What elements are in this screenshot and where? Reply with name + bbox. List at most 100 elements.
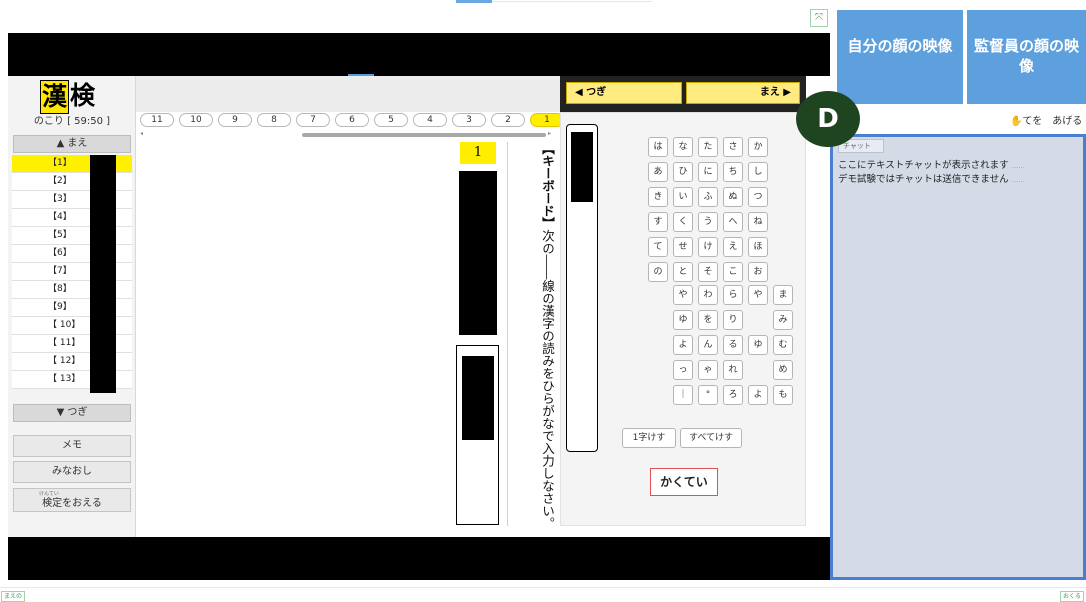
horizontal-scrollbar[interactable] bbox=[302, 133, 546, 137]
raise-hand-button[interactable]: ✋てを あげる bbox=[1010, 112, 1082, 127]
redacted-footer-bar bbox=[8, 537, 830, 580]
kana-key[interactable]: よ bbox=[748, 385, 768, 405]
kana-key[interactable]: と bbox=[673, 262, 693, 282]
kanken-logo: 漢 検 bbox=[40, 80, 96, 114]
page-tab-1[interactable]: 1 bbox=[530, 113, 564, 127]
kana-key[interactable]: に bbox=[698, 162, 718, 182]
kana-key[interactable]: し bbox=[748, 162, 768, 182]
logo-char-kan: 漢 bbox=[40, 80, 70, 114]
kana-key[interactable]: め bbox=[773, 360, 793, 380]
kana-key[interactable]: よ bbox=[673, 335, 693, 355]
page-tab-6[interactable]: 6 bbox=[335, 113, 369, 127]
kana-key[interactable]: ふ bbox=[698, 187, 718, 207]
kana-key[interactable]: な bbox=[673, 137, 693, 157]
memo-button[interactable]: メモ bbox=[13, 435, 131, 457]
tab-bar bbox=[136, 76, 560, 112]
chat-message-dots: ...... bbox=[1011, 162, 1026, 170]
kana-key[interactable]: ぬ bbox=[723, 187, 743, 207]
page-tab-11[interactable]: 11 bbox=[140, 113, 174, 127]
page-tab-7[interactable]: 7 bbox=[296, 113, 330, 127]
kana-key[interactable]: こ bbox=[723, 262, 743, 282]
kana-key[interactable]: の bbox=[648, 262, 668, 282]
kana-key[interactable]: ん bbox=[698, 335, 718, 355]
kana-key[interactable]: ね bbox=[748, 212, 768, 232]
top-indicator bbox=[456, 0, 492, 3]
kana-key[interactable]: れ bbox=[723, 360, 743, 380]
overlay-badge: D bbox=[796, 91, 860, 147]
kana-key[interactable]: せ bbox=[673, 237, 693, 257]
kana-key[interactable]: り bbox=[723, 310, 743, 330]
redacted-answer bbox=[462, 356, 494, 440]
kana-key[interactable]: ゆ bbox=[748, 335, 768, 355]
kana-key[interactable]: ろ bbox=[723, 385, 743, 405]
kana-key[interactable]: ゃ bbox=[698, 360, 718, 380]
finish-exam-button[interactable]: けんてい 検定をおえる bbox=[13, 488, 131, 512]
chat-messages: ここにテキストチャットが表示されます ...... デモ試験ではチャットは送信で… bbox=[838, 159, 1078, 187]
kana-key[interactable]: ゆ bbox=[673, 310, 693, 330]
page-tab-3[interactable]: 3 bbox=[452, 113, 486, 127]
kana-key[interactable]: ひ bbox=[673, 162, 693, 182]
page-tab-4[interactable]: 4 bbox=[413, 113, 447, 127]
keyboard-tag: 【キーボード】 bbox=[540, 142, 555, 230]
confirm-button[interactable]: かくてい bbox=[650, 468, 718, 496]
self-video: 自分の顔の映像 bbox=[837, 10, 963, 104]
kana-key[interactable]: や bbox=[748, 285, 768, 305]
kana-keys-top: はなたさかあひにちしきいふぬつすくうへねてせけえほのとそこお bbox=[648, 137, 768, 282]
kana-key[interactable]: そ bbox=[698, 262, 718, 282]
kana-key[interactable]: す bbox=[648, 212, 668, 232]
kana-key[interactable]: う bbox=[698, 212, 718, 232]
kana-key[interactable]: か bbox=[748, 137, 768, 157]
page-tab-2[interactable]: 2 bbox=[491, 113, 525, 127]
review-button[interactable]: みなおし bbox=[13, 461, 131, 483]
kana-key[interactable]: ち bbox=[723, 162, 743, 182]
kana-key[interactable]: つ bbox=[748, 187, 768, 207]
kana-key[interactable]: け bbox=[698, 237, 718, 257]
kana-key[interactable]: ° bbox=[698, 385, 718, 405]
next-button[interactable]: ◀ つぎ bbox=[566, 82, 682, 104]
kana-key[interactable]: む bbox=[773, 335, 793, 355]
chat-panel bbox=[830, 134, 1086, 580]
kana-key[interactable]: ま bbox=[773, 285, 793, 305]
instruction-text: 次の――線の漢字の読みをひらがなで入力しなさい。 bbox=[540, 229, 555, 530]
footer-right-button[interactable]: おくる bbox=[1060, 591, 1084, 602]
kana-key[interactable]: る bbox=[723, 335, 743, 355]
kana-keys-bottom: やわらやまゆをりみよんるゆむっゃれめ｜ ° ろよも bbox=[673, 285, 793, 405]
kana-key[interactable]: も bbox=[773, 385, 793, 405]
footer-left-button[interactable]: まえの bbox=[1, 591, 25, 602]
kana-key[interactable]: っ bbox=[673, 360, 693, 380]
kana-key[interactable]: を bbox=[698, 310, 718, 330]
expand-icon[interactable]: ⤧ bbox=[810, 9, 828, 27]
question-number: 1 bbox=[460, 142, 496, 164]
kana-key[interactable]: て bbox=[648, 237, 668, 257]
redacted-question-text-2 bbox=[488, 172, 497, 205]
delete-all-button[interactable]: すべてけす bbox=[680, 428, 742, 448]
prev-button[interactable]: まえ ▶ bbox=[686, 82, 800, 104]
kana-key[interactable]: た bbox=[698, 137, 718, 157]
kana-key[interactable]: い bbox=[673, 187, 693, 207]
kana-key[interactable]: く bbox=[673, 212, 693, 232]
kana-key[interactable]: へ bbox=[723, 212, 743, 232]
kana-key[interactable]: み bbox=[773, 310, 793, 330]
kana-key[interactable]: ｜ bbox=[673, 385, 693, 405]
kana-key[interactable]: き bbox=[648, 187, 668, 207]
page-tab-10[interactable]: 10 bbox=[179, 113, 213, 127]
kana-key[interactable]: さ bbox=[723, 137, 743, 157]
kana-key[interactable]: え bbox=[723, 237, 743, 257]
kana-key[interactable]: は bbox=[648, 137, 668, 157]
kana-key[interactable]: わ bbox=[698, 285, 718, 305]
scroll-left-arrow[interactable]: ◂ bbox=[140, 130, 143, 137]
chat-message-dots: ...... bbox=[1011, 176, 1026, 184]
page-tab-9[interactable]: 9 bbox=[218, 113, 252, 127]
delete-one-button[interactable]: 1字けす bbox=[622, 428, 676, 448]
page-tab-8[interactable]: 8 bbox=[257, 113, 291, 127]
page-tab-5[interactable]: 5 bbox=[374, 113, 408, 127]
kana-key[interactable]: ほ bbox=[748, 237, 768, 257]
next-question-button[interactable]: ▼ つぎ bbox=[13, 404, 131, 422]
kana-key[interactable]: ら bbox=[723, 285, 743, 305]
kana-key[interactable]: お bbox=[748, 262, 768, 282]
redacted-input bbox=[571, 132, 593, 202]
kana-key[interactable]: や bbox=[673, 285, 693, 305]
scroll-right-arrow[interactable]: ▸ bbox=[548, 130, 551, 137]
kana-key[interactable]: あ bbox=[648, 162, 668, 182]
prev-question-button[interactable]: ▲ まえ bbox=[13, 135, 131, 153]
